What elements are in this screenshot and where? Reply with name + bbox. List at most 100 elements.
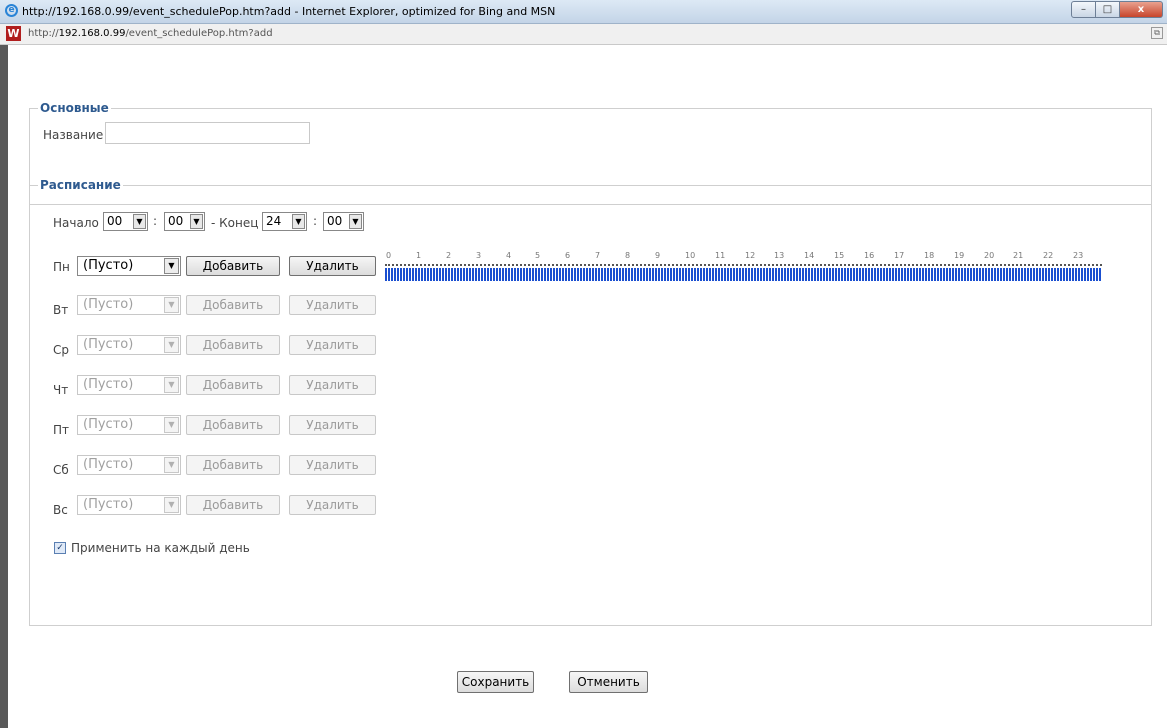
end-hour-select[interactable]: 24 ▼ bbox=[262, 212, 307, 231]
day-select[interactable]: (Пусто) ▼ bbox=[77, 375, 181, 395]
day-select-value: (Пусто) bbox=[83, 337, 134, 352]
hour-label: 11 bbox=[715, 251, 726, 260]
start-hour-value: 00 bbox=[107, 214, 123, 228]
address-bar: W http://192.168.0.99/event_schedulePop.… bbox=[0, 24, 1167, 45]
day-label: Вт bbox=[53, 303, 69, 317]
chevron-down-icon: ▼ bbox=[292, 214, 305, 229]
site-favicon-icon: W bbox=[6, 26, 21, 41]
window-titlebar: e http://192.168.0.99/event_schedulePop.… bbox=[0, 0, 1167, 24]
day-select-value: (Пусто) bbox=[83, 497, 134, 512]
delete-button[interactable]: Удалить bbox=[289, 335, 376, 355]
chevron-down-icon: ▼ bbox=[190, 214, 203, 229]
start-minute-select[interactable]: 00 ▼ bbox=[164, 212, 205, 231]
add-button[interactable]: Добавить bbox=[186, 335, 280, 355]
day-select[interactable]: (Пусто) ▼ bbox=[77, 335, 181, 355]
save-button[interactable]: Сохранить bbox=[457, 671, 534, 693]
hour-label: 19 bbox=[954, 251, 965, 260]
day-label: Вс bbox=[53, 503, 68, 517]
hour-label: 4 bbox=[506, 251, 512, 260]
cancel-button[interactable]: Отменить bbox=[569, 671, 648, 693]
hour-label: 15 bbox=[834, 251, 845, 260]
apply-every-day-checkbox[interactable]: ✓ bbox=[54, 542, 66, 554]
chevron-down-icon: ▼ bbox=[164, 297, 179, 313]
add-button[interactable]: Добавить bbox=[186, 455, 280, 475]
hour-label: 12 bbox=[745, 251, 756, 260]
day-select-value: (Пусто) bbox=[83, 377, 134, 392]
hour-label: 23 bbox=[1073, 251, 1084, 260]
hour-label: 20 bbox=[984, 251, 995, 260]
chevron-down-icon: ▼ bbox=[164, 457, 179, 473]
chevron-down-icon: ▼ bbox=[164, 497, 179, 513]
end-minute-select[interactable]: 00 ▼ bbox=[323, 212, 364, 231]
end-colon: : bbox=[313, 214, 318, 228]
hour-label: 21 bbox=[1013, 251, 1024, 260]
hour-label: 6 bbox=[565, 251, 571, 260]
day-select[interactable]: (Пусто) ▼ bbox=[77, 415, 181, 435]
day-label: Сб bbox=[53, 463, 69, 477]
day-select[interactable]: (Пусто) ▼ bbox=[77, 256, 181, 276]
close-button[interactable]: x bbox=[1120, 1, 1163, 18]
hour-label: 7 bbox=[595, 251, 601, 260]
url-host: 192.168.0.99 bbox=[58, 28, 126, 39]
end-label: - Конец bbox=[211, 216, 259, 230]
schedule-legend: Расписание bbox=[40, 178, 121, 192]
chevron-down-icon: ▼ bbox=[164, 417, 179, 433]
basic-legend: Основные bbox=[40, 101, 109, 115]
chevron-down-icon: ▼ bbox=[164, 258, 179, 274]
hour-label: 13 bbox=[774, 251, 785, 260]
day-label: Пн bbox=[53, 260, 70, 274]
add-button[interactable]: Добавить bbox=[186, 375, 280, 395]
hour-label: 16 bbox=[864, 251, 875, 260]
name-label: Название bbox=[43, 128, 104, 142]
ie-logo-icon: e bbox=[5, 4, 18, 17]
day-select-value: (Пусто) bbox=[83, 258, 134, 273]
hour-label: 18 bbox=[924, 251, 935, 260]
add-button[interactable]: Добавить bbox=[186, 295, 280, 315]
window-title: http://192.168.0.99/event_schedulePop.ht… bbox=[22, 5, 556, 18]
schedule-fieldset: Расписание bbox=[29, 178, 1152, 626]
chevron-down-icon: ▼ bbox=[349, 214, 362, 229]
hour-label: 14 bbox=[804, 251, 815, 260]
end-minute-value: 00 bbox=[327, 214, 343, 228]
apply-every-day-label: Применить на каждый день bbox=[71, 541, 250, 555]
window-controls: – □ x bbox=[1071, 1, 1163, 18]
chevron-down-icon: ▼ bbox=[164, 337, 179, 353]
hour-label: 22 bbox=[1043, 251, 1054, 260]
url-prefix: http:// bbox=[28, 28, 59, 39]
chevron-down-icon: ▼ bbox=[133, 214, 146, 229]
end-hour-value: 24 bbox=[266, 214, 282, 228]
delete-button[interactable]: Удалить bbox=[289, 295, 376, 315]
hour-label: 9 bbox=[655, 251, 661, 260]
name-input[interactable] bbox=[105, 122, 310, 144]
delete-button[interactable]: Удалить bbox=[289, 415, 376, 435]
chevron-down-icon: ▼ bbox=[164, 377, 179, 393]
add-button[interactable]: Добавить bbox=[186, 256, 280, 276]
compatibility-view-icon[interactable]: ⧉ bbox=[1151, 27, 1163, 39]
day-select[interactable]: (Пусто) ▼ bbox=[77, 495, 181, 515]
start-minute-value: 00 bbox=[168, 214, 184, 228]
start-hour-select[interactable]: 00 ▼ bbox=[103, 212, 148, 231]
address-url[interactable]: http://192.168.0.99/event_schedulePop.ht… bbox=[28, 28, 273, 39]
hour-label: 17 bbox=[894, 251, 905, 260]
day-select-value: (Пусто) bbox=[83, 457, 134, 472]
delete-button[interactable]: Удалить bbox=[289, 256, 376, 276]
delete-button[interactable]: Удалить bbox=[289, 375, 376, 395]
url-path: /event_schedulePop.htm?add bbox=[125, 28, 273, 39]
day-select[interactable]: (Пусто) ▼ bbox=[77, 295, 181, 315]
timeline-dots bbox=[385, 264, 1102, 267]
hour-label: 8 bbox=[625, 251, 631, 260]
delete-button[interactable]: Удалить bbox=[289, 455, 376, 475]
maximize-button[interactable]: □ bbox=[1096, 1, 1120, 18]
day-label: Ср bbox=[53, 343, 69, 357]
add-button[interactable]: Добавить bbox=[186, 495, 280, 515]
day-label: Пт bbox=[53, 423, 70, 437]
day-select-value: (Пусто) bbox=[83, 417, 134, 432]
monday-timeline-bar[interactable] bbox=[385, 268, 1102, 281]
minimize-button[interactable]: – bbox=[1071, 1, 1096, 18]
add-button[interactable]: Добавить bbox=[186, 415, 280, 435]
day-label: Чт bbox=[53, 383, 69, 397]
day-select[interactable]: (Пусто) ▼ bbox=[77, 455, 181, 475]
delete-button[interactable]: Удалить bbox=[289, 495, 376, 515]
hour-label: 5 bbox=[535, 251, 541, 260]
hour-label: 2 bbox=[446, 251, 452, 260]
